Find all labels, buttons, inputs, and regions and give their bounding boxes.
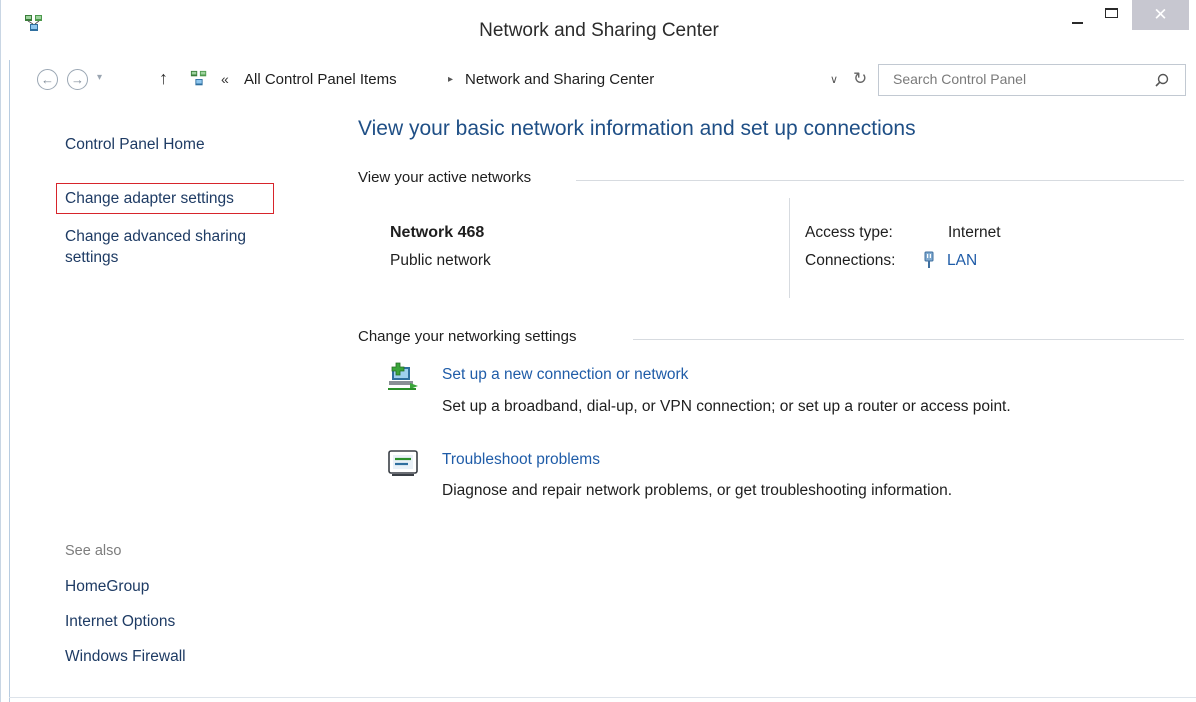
sidebar-link-control-panel-home[interactable]: Control Panel Home — [65, 136, 205, 154]
setup-connection-link[interactable]: Set up a new connection or network — [442, 366, 688, 384]
troubleshoot-description: Diagnose and repair network problems, or… — [442, 482, 953, 499]
address-history-dropdown[interactable]: ∨ — [830, 73, 838, 86]
minimize-button[interactable] — [1064, 0, 1096, 30]
ethernet-plug-icon — [924, 251, 934, 268]
network-name: Network 468 — [390, 224, 485, 241]
breadcrumb-network-center[interactable]: Network and Sharing Center — [465, 71, 654, 88]
access-type-label: Access type: — [805, 224, 893, 241]
new-connection-icon — [388, 362, 418, 390]
forward-arrow-icon: → — [71, 72, 84, 87]
search-icon[interactable] — [1153, 72, 1171, 90]
up-arrow-icon: ↑ — [159, 68, 168, 88]
refresh-icon: ↻ — [853, 69, 868, 88]
up-button[interactable]: ↑ — [159, 68, 168, 89]
minimize-icon — [1072, 22, 1083, 24]
maximize-button[interactable] — [1099, 0, 1129, 30]
connections-label: Connections: — [805, 252, 896, 269]
window-title: Network and Sharing Center — [479, 20, 719, 41]
network-center-icon — [190, 70, 207, 86]
sidebar-link-homegroup[interactable]: HomeGroup — [65, 578, 149, 596]
breadcrumb-separator-icon[interactable]: ▸ — [448, 74, 453, 85]
access-type-value: Internet — [948, 224, 1001, 241]
maximize-icon — [1105, 8, 1118, 18]
recent-locations-button[interactable]: ▾ — [97, 72, 111, 83]
window-border — [9, 60, 10, 702]
chevron-down-icon: ▾ — [97, 72, 103, 83]
hidden-path-chevron[interactable]: « — [221, 71, 229, 87]
refresh-button[interactable]: ↻ — [853, 69, 867, 89]
connection-lan-link[interactable]: LAN — [947, 252, 977, 270]
network-category: Public network — [390, 252, 491, 269]
setup-connection-description: Set up a broadband, dial-up, or VPN conn… — [442, 398, 1011, 415]
see-also-heading: See also — [65, 543, 122, 559]
sidebar-link-change-adapter-settings[interactable]: Change adapter settings — [65, 190, 234, 208]
section-divider — [633, 339, 1184, 340]
troubleshoot-icon — [388, 450, 418, 476]
troubleshoot-link[interactable]: Troubleshoot problems — [442, 451, 600, 469]
address-bar[interactable]: « All Control Panel Items ▸ Network and … — [181, 64, 861, 96]
page-title: View your basic network information and … — [358, 117, 916, 140]
sidebar-link-internet-options[interactable]: Internet Options — [65, 613, 175, 631]
section-divider — [576, 180, 1184, 181]
window-bottom-border — [9, 697, 1196, 698]
close-icon: ✕ — [1153, 5, 1168, 24]
chevron-down-icon: ∨ — [830, 74, 839, 86]
back-arrow-icon: ← — [41, 72, 54, 87]
search-input[interactable]: Search Control Panel — [878, 64, 1186, 96]
title-bar[interactable]: Network and Sharing Center ✕ — [1, 0, 1196, 62]
breadcrumb-control-panel-items[interactable]: All Control Panel Items — [244, 71, 397, 88]
back-button[interactable]: ← — [37, 69, 58, 90]
network-divider — [789, 198, 790, 298]
close-button[interactable]: ✕ — [1132, 0, 1189, 30]
search-placeholder: Search Control Panel — [893, 71, 1027, 87]
active-networks-heading: View your active networks — [358, 169, 540, 186]
forward-button[interactable]: → — [67, 69, 88, 90]
window-left-edge — [1, 60, 10, 702]
sidebar-link-windows-firewall[interactable]: Windows Firewall — [65, 648, 186, 666]
window: Network and Sharing Center ✕ ← → ▾ ↑ « A… — [0, 0, 1196, 702]
sidebar-link-advanced-sharing[interactable]: Change advanced sharing settings — [65, 226, 295, 268]
change-settings-heading: Change your networking settings — [358, 328, 585, 345]
